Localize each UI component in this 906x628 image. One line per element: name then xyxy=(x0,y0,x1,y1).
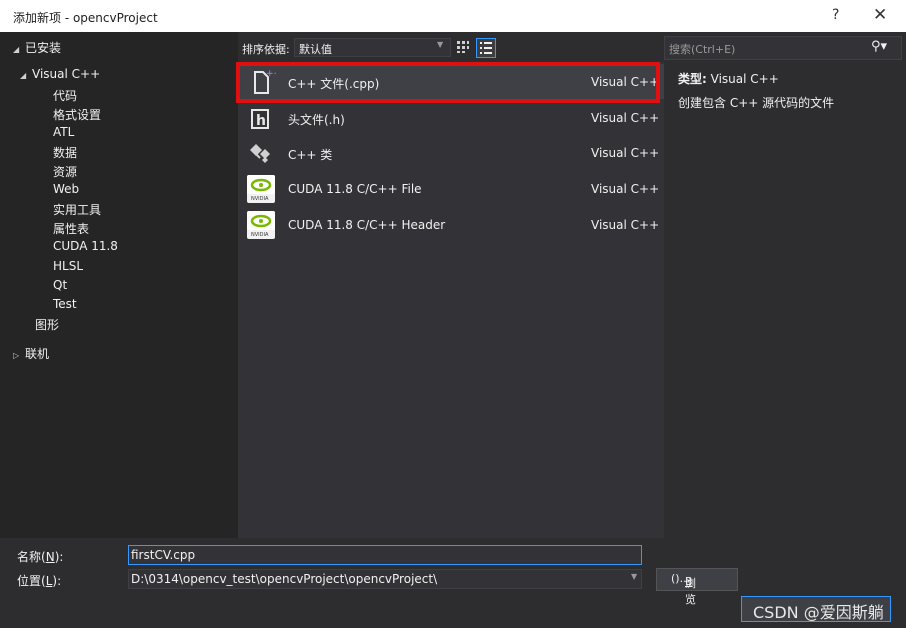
tree-item-installed[interactable]: ◢ 已安装 xyxy=(13,39,61,56)
browse-button[interactable]: 浏览(B)... xyxy=(656,568,738,606)
tree-item-hlsl[interactable]: HLSL xyxy=(53,259,83,273)
search-icon[interactable]: ⚲▾ xyxy=(871,39,887,54)
location-label-text: 位置 xyxy=(17,574,42,588)
tree-item-atl[interactable]: ATL xyxy=(53,125,74,139)
template-description: 创建包含 C++ 源代码的文件 xyxy=(678,96,835,110)
template-item-cuda-file[interactable]: NVIDIA CUDA 11.8 C/C++ File Visual C++ xyxy=(238,171,664,206)
cpp-class-icon xyxy=(250,144,270,163)
chevron-down-icon: ▼ xyxy=(437,40,444,49)
template-label: CUDA 11.8 C/C++ Header xyxy=(288,218,446,232)
close-button[interactable]: ✕ xyxy=(873,5,887,25)
template-language: Visual C++ xyxy=(591,111,660,125)
tree-item-utility[interactable]: 实用工具 xyxy=(53,201,101,218)
location-label: 位置(L): xyxy=(17,574,62,588)
tree-item-data[interactable]: 数据 xyxy=(53,144,77,161)
tree-item-visual-cpp[interactable]: ◢ Visual C++ xyxy=(20,67,100,81)
chevron-down-icon[interactable]: ▼ xyxy=(631,572,637,581)
template-item-class[interactable]: C++ 类 Visual C++ xyxy=(238,135,664,170)
expand-arrow-icon[interactable]: ◢ xyxy=(20,71,32,80)
sort-toolbar: 排序依据: 默认值 ▼ xyxy=(238,32,664,62)
window-title: 添加新项 - opencvProject xyxy=(13,11,158,25)
name-label: 名称(N): xyxy=(17,550,64,564)
title-bar: 添加新项 - opencvProject ? ✕ xyxy=(0,0,906,32)
sort-dropdown[interactable]: 默认值 ▼ xyxy=(294,38,451,57)
tree-item-label: Visual C++ xyxy=(32,67,101,81)
add-new-item-dialog: 添加新项 - opencvProject ? ✕ ◢ 已安装 ◢ Visual C+… xyxy=(0,0,906,628)
svg-text:..: .. xyxy=(266,105,270,112)
tree-item-graphics[interactable]: 图形 xyxy=(35,316,59,333)
name-input[interactable]: firstCV.cpp xyxy=(128,545,642,565)
template-label: 头文件(.h) xyxy=(288,113,345,127)
search-placeholder: 搜索(Ctrl+E) xyxy=(669,43,736,56)
type-label: 类型: xyxy=(678,72,707,86)
search-input[interactable]: 搜索(Ctrl+E) ⚲▾ xyxy=(664,36,902,60)
location-input[interactable]: D:\0314\opencv_test\opencvProject\opencv… xyxy=(128,569,642,589)
template-language: Visual C++ xyxy=(591,146,660,160)
tree-item-qt[interactable]: Qt xyxy=(53,278,67,292)
expand-arrow-icon[interactable]: ◢ xyxy=(13,45,25,54)
details-panel: 搜索(Ctrl+E) ⚲▾ 类型: Visual C++ 创建包含 C++ 源代… xyxy=(664,32,906,538)
csdn-watermark: CSDN @爱因斯躺 xyxy=(753,603,884,622)
selection-highlight-box xyxy=(236,62,660,103)
collapsed-arrow-icon[interactable]: ▷ xyxy=(13,351,25,360)
name-value: firstCV.cpp xyxy=(131,548,196,562)
svg-text:h: h xyxy=(256,113,266,129)
sort-value: 默认值 xyxy=(299,43,332,56)
location-access-key: L xyxy=(45,574,53,588)
tree-item-code[interactable]: 代码 xyxy=(53,87,77,104)
type-value: Visual C++ xyxy=(710,72,779,86)
browse-label: 浏览(B)... xyxy=(671,572,696,606)
list-view-icon[interactable] xyxy=(476,38,496,58)
nvidia-icon: NVIDIA xyxy=(247,175,275,203)
template-item-header[interactable]: h .. 头文件(.h) Visual C++ xyxy=(238,100,664,135)
tree-item-label: 联机 xyxy=(25,347,50,361)
tree-item-web[interactable]: Web xyxy=(53,182,79,196)
sort-label: 排序依据: xyxy=(242,43,290,56)
tree-item-label: 已安装 xyxy=(25,41,62,55)
name-access-key: N xyxy=(45,550,55,564)
template-item-cuda-header[interactable]: NVIDIA CUDA 11.8 C/C++ Header Visual C++ xyxy=(238,207,664,242)
template-language: Visual C++ xyxy=(591,182,660,196)
template-language: Visual C++ xyxy=(591,218,660,232)
template-label: C++ 类 xyxy=(288,148,333,162)
name-label-text: 名称 xyxy=(17,550,42,564)
tree-item-resources[interactable]: 资源 xyxy=(53,163,77,180)
svg-text:NVIDIA: NVIDIA xyxy=(251,196,269,202)
nvidia-icon: NVIDIA xyxy=(247,211,275,239)
category-tree: ◢ 已安装 ◢ Visual C++ 代码 格式设置 ATL 数据 资源 Web 实… xyxy=(0,32,238,538)
tree-item-formatting[interactable]: 格式设置 xyxy=(53,106,101,123)
tree-item-test[interactable]: Test xyxy=(53,297,77,311)
medium-icons-view-icon[interactable] xyxy=(454,38,472,56)
tree-item-property-sheets[interactable]: 属性表 xyxy=(53,220,89,237)
help-button[interactable]: ? xyxy=(832,7,839,23)
template-label: CUDA 11.8 C/C++ File xyxy=(288,182,422,196)
svg-text:NVIDIA: NVIDIA xyxy=(251,232,269,238)
browse-access-key: B xyxy=(685,575,693,588)
template-type: 类型: Visual C++ xyxy=(678,70,779,87)
location-value: D:\0314\opencv_test\opencvProject\opencv… xyxy=(131,572,438,586)
tree-item-cuda[interactable]: CUDA 11.8 xyxy=(53,239,118,253)
tree-item-online[interactable]: ▷ 联机 xyxy=(13,345,49,362)
template-list: ++ C++ 文件(.cpp) Visual C++ h .. 头文件(.h) … xyxy=(238,62,664,538)
header-file-icon: h .. xyxy=(251,105,270,129)
